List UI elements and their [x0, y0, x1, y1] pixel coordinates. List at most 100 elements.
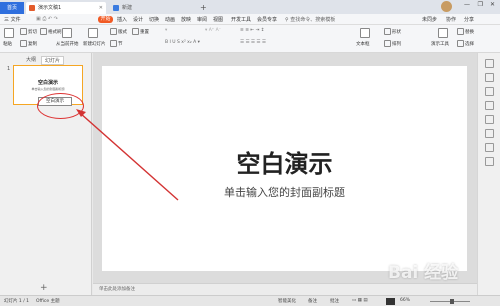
menu-animation[interactable]: 动画: [165, 16, 175, 23]
sidebar-tool-icon[interactable]: [485, 87, 494, 96]
select-icon: [457, 40, 464, 47]
new-slide-button[interactable]: 新建幻灯片: [83, 41, 106, 47]
tab-new-label: 新建: [122, 5, 133, 11]
menu-member[interactable]: 会员专享: [257, 16, 277, 23]
textbox-button[interactable]: 文本框: [356, 41, 370, 47]
select-button[interactable]: 选择: [457, 40, 474, 47]
menu-review[interactable]: 审阅: [197, 16, 207, 23]
play-from-current-button[interactable]: 从当前开始: [56, 41, 79, 47]
view-mode-icons[interactable]: ▭ ▦ ▤: [352, 298, 368, 303]
slide-subtitle[interactable]: 单击输入您的封面副标题: [102, 184, 467, 200]
sync-status[interactable]: 未同步: [422, 16, 437, 23]
tab-bar: 首页 演示文稿1 ✕ 新建 + — ❐ ✕: [0, 0, 500, 14]
sidebar-tool-icon[interactable]: [485, 59, 494, 68]
add-tab-button[interactable]: +: [200, 2, 207, 14]
font-family-select[interactable]: ▾: [165, 28, 167, 33]
textbox-icon[interactable]: [360, 28, 370, 38]
menu-slideshow[interactable]: 放映: [181, 16, 191, 23]
sidebar-tool-icon[interactable]: [485, 129, 494, 138]
quick-access-icons[interactable]: ▣ ⎙ ↶ ↷: [36, 16, 58, 22]
slide-thumbnail-panel: 大纲 幻灯片 1 空白演示 单击输入您的封面副标题 空白演示 +: [0, 53, 92, 295]
avatar[interactable]: [441, 1, 452, 12]
slide-number: 1: [7, 66, 11, 72]
sidebar-tool-icon[interactable]: [485, 115, 494, 124]
replace-icon: [457, 28, 464, 35]
paste-button[interactable]: 粘贴: [3, 41, 12, 47]
presentation-tools-button[interactable]: 演示工具: [431, 41, 449, 47]
menu-start[interactable]: 开始: [98, 16, 113, 23]
maximize-icon[interactable]: ❐: [478, 1, 483, 8]
tab-document-label: 演示文稿1: [38, 5, 62, 11]
menu-file[interactable]: 三 文件: [4, 16, 21, 23]
shape-button[interactable]: 形状: [384, 28, 401, 35]
annotation-circle: [37, 93, 84, 119]
collaborate-button[interactable]: 协作: [446, 16, 456, 23]
add-slide-button[interactable]: +: [40, 283, 48, 293]
sidebar-tool-icon[interactable]: [485, 143, 494, 152]
cut-label: 剪切: [28, 30, 37, 35]
replace-button[interactable]: 替换: [457, 28, 474, 35]
sidebar-tool-icon[interactable]: [485, 157, 494, 166]
format-painter-button[interactable]: 格式刷: [40, 28, 62, 35]
minimize-icon[interactable]: —: [464, 1, 470, 8]
zoom-level[interactable]: 66%: [400, 298, 410, 303]
theme-name[interactable]: Office 主题: [36, 298, 60, 304]
format-painter-label: 格式刷: [48, 30, 62, 35]
notes-toggle[interactable]: 备注: [308, 298, 317, 304]
select-label: 选择: [465, 42, 474, 47]
reset-button[interactable]: 重置: [132, 28, 149, 35]
close-icon[interactable]: ✕: [99, 2, 103, 14]
search-command[interactable]: ⚲ 查找命令、搜索模板: [285, 16, 335, 23]
shape-label: 形状: [392, 30, 401, 35]
brush-icon: [40, 28, 47, 35]
smart-beautify-button[interactable]: 智能美化: [278, 298, 296, 304]
arrange-button[interactable]: 排列: [384, 40, 401, 47]
slide-editor: 空白演示 单击输入您的封面副标题: [93, 53, 477, 283]
thumbnail-subtitle: 单击输入您的封面副标题: [31, 87, 65, 91]
menu-bar: 三 文件 ▣ ⎙ ↶ ↷ 开始 插入 设计 切换 动画 放映 审阅 视图 开发工…: [0, 14, 500, 25]
ribbon-toolbar: 粘贴 剪切 复制 格式刷 从当前开始 新建幻灯片 版式 节 重置 ▾ ▾ A⁺ …: [0, 25, 500, 53]
layout-label: 版式: [118, 30, 127, 35]
replace-label: 替换: [465, 30, 474, 35]
sidebar-tool-icon[interactable]: [485, 101, 494, 110]
copy-icon: [20, 40, 27, 47]
menu-view[interactable]: 视图: [213, 16, 223, 23]
play-from-current-icon[interactable]: [62, 28, 72, 38]
align-buttons[interactable]: ☰ ☰ ☰ ☰ ☰: [240, 40, 266, 45]
menu-developer[interactable]: 开发工具: [231, 16, 251, 23]
tab-new[interactable]: 新建: [110, 2, 190, 14]
scissors-icon: [20, 28, 27, 35]
tab-slides[interactable]: 幻灯片: [41, 56, 65, 65]
cut-button[interactable]: 剪切: [20, 28, 37, 35]
reset-label: 重置: [140, 30, 149, 35]
slide-title[interactable]: 空白演示: [102, 144, 467, 179]
zoom-slider-handle[interactable]: [450, 299, 454, 304]
section-icon: [110, 40, 117, 47]
new-slide-icon[interactable]: [88, 28, 98, 38]
font-style-buttons[interactable]: B I U S x² x₂ A ▾: [165, 40, 200, 45]
tab-document[interactable]: 演示文稿1 ✕: [26, 2, 106, 14]
play-slideshow-icon[interactable]: [386, 298, 395, 305]
share-button[interactable]: 分享: [464, 16, 474, 23]
tab-home[interactable]: 首页: [0, 2, 24, 14]
comment-toggle[interactable]: 批注: [330, 298, 339, 304]
layout-button[interactable]: 版式: [110, 28, 127, 35]
copy-label: 复制: [28, 42, 37, 47]
notes-field[interactable]: 单击此处添加备注: [93, 283, 477, 295]
search-command-label: 查找命令、搜索模板: [290, 17, 336, 23]
paste-icon[interactable]: [4, 28, 14, 38]
watermark: Bai 经验: [388, 263, 459, 283]
paragraph-buttons[interactable]: ≡ ≡ ⇤ ⇥ ↕: [240, 28, 265, 33]
close-window-icon[interactable]: ✕: [490, 1, 495, 8]
presentation-tools-icon[interactable]: [438, 28, 448, 38]
section-button[interactable]: 节: [110, 40, 123, 47]
menu-design[interactable]: 设计: [133, 16, 143, 23]
menu-insert[interactable]: 插入: [117, 16, 127, 23]
slide-canvas[interactable]: 空白演示 单击输入您的封面副标题: [102, 66, 467, 271]
copy-button[interactable]: 复制: [20, 40, 37, 47]
arrange-icon: [384, 40, 391, 47]
font-size-select[interactable]: ▾ A⁺ A⁻: [205, 28, 221, 33]
tab-outline[interactable]: 大纲: [26, 56, 36, 63]
sidebar-tool-icon[interactable]: [485, 73, 494, 82]
menu-transition[interactable]: 切换: [149, 16, 159, 23]
